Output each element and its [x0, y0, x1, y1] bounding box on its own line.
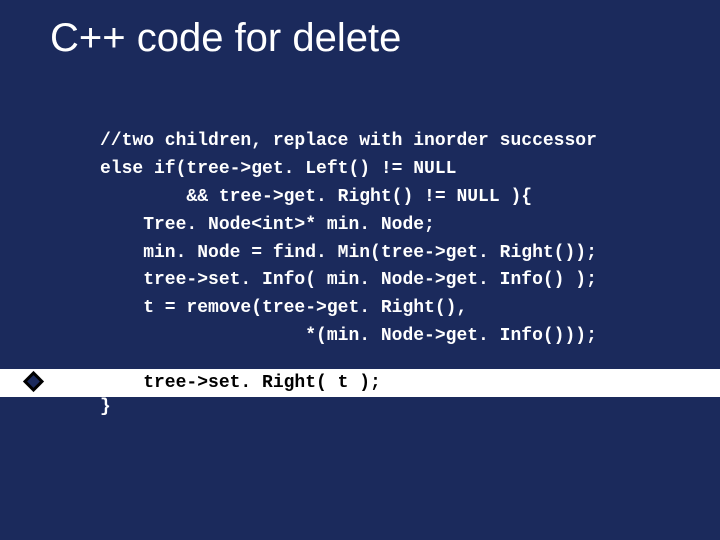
code-block: //two children, replace with inorder suc…	[100, 128, 597, 351]
slide: C++ code for delete //two children, repl…	[0, 0, 720, 540]
slide-title: C++ code for delete	[50, 16, 401, 61]
code-closing-brace: }	[100, 397, 111, 417]
highlighted-code-line: tree->set. Right( t );	[100, 369, 381, 397]
